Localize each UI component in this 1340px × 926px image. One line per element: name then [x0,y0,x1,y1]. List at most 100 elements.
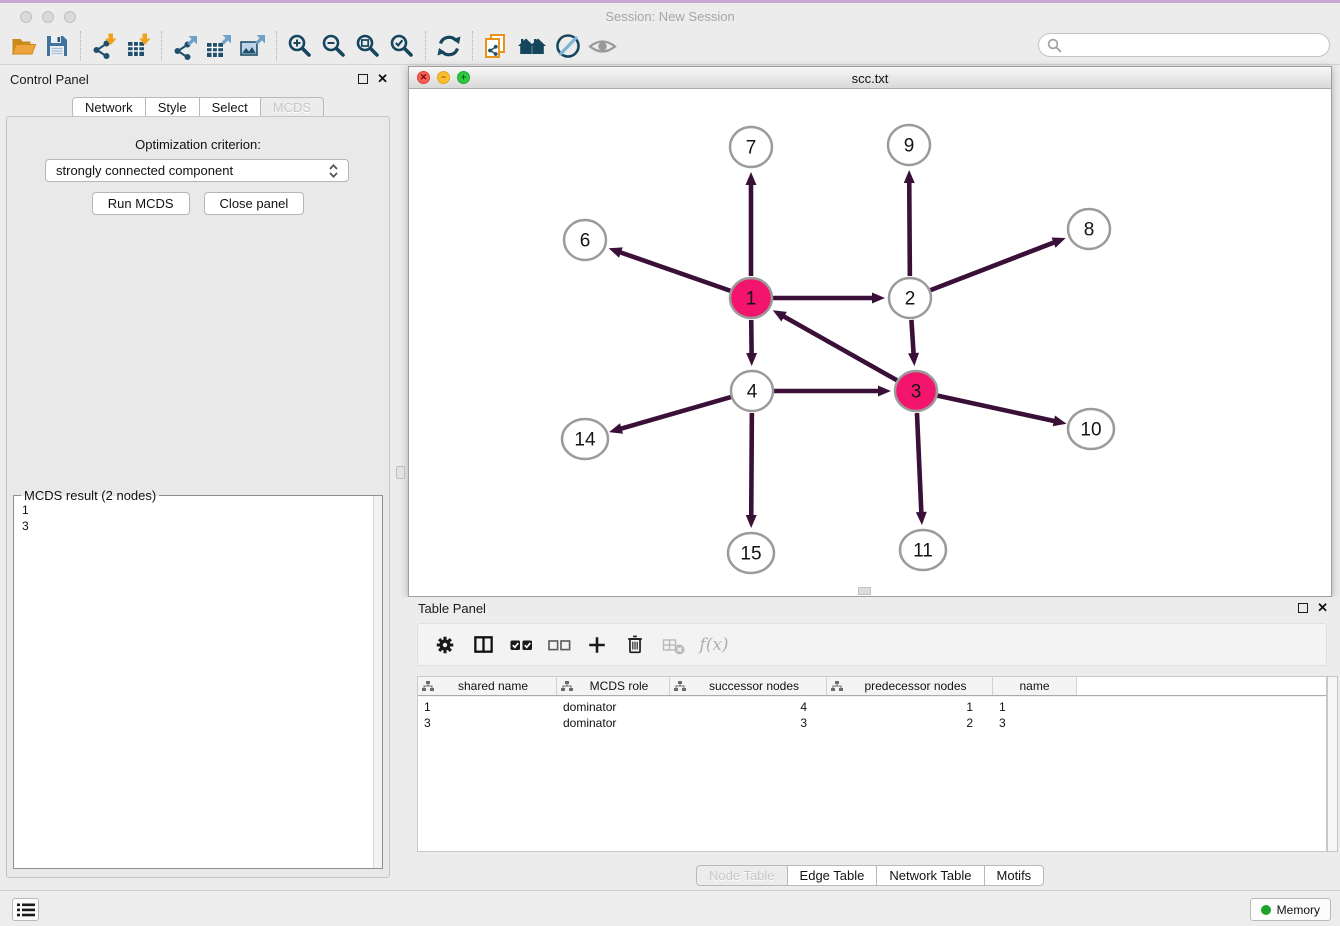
toolbar-separator [80,31,81,61]
graph-node-label: 7 [746,138,757,159]
zoom-selected-icon[interactable] [385,30,419,62]
search-input[interactable] [1067,35,1329,55]
export-image-icon[interactable] [236,30,270,62]
search-magnifier-icon [1047,38,1062,53]
status-bar: Memory [0,890,1340,926]
clone-network-document-icon[interactable] [479,30,513,62]
delete-column-trash-icon[interactable] [616,629,654,661]
style-toggle-icon[interactable] [551,30,585,62]
tab-mcds[interactable]: MCDS [260,97,324,118]
tab-network-table[interactable]: Network Table [876,865,984,886]
select-all-checkboxes-icon[interactable] [502,629,540,661]
tab-motifs[interactable]: Motifs [984,865,1045,886]
table-panel-title: Table Panel [418,601,486,616]
list-icon [17,903,35,917]
column-header-name[interactable]: name [993,677,1077,695]
apply-layout-refresh-icon[interactable] [432,30,466,62]
table-cell[interactable]: 3 [670,716,827,730]
table-scrollbar[interactable] [1327,676,1338,852]
zoom-in-icon[interactable] [283,30,317,62]
mcds-tab-content: Optimization criterion: strongly connect… [6,116,390,878]
tab-select[interactable]: Select [199,97,261,118]
application-window: Session: New Session [0,0,1340,926]
export-table-icon[interactable] [202,30,236,62]
run-mcds-button[interactable]: Run MCDS [92,192,190,215]
table-cell[interactable]: 2 [827,716,993,730]
tab-edge-table[interactable]: Edge Table [787,865,878,886]
network-canvas[interactable]: 7968124314101511 [409,89,1331,596]
delete-table-icon[interactable] [654,629,692,661]
mcds-result-frame: MCDS result (2 nodes) 1 3 [13,495,383,869]
close-table-panel-icon[interactable]: ✕ [1317,602,1328,613]
graph-edge-3-10[interactable] [937,396,1055,422]
toolbar-separator [425,31,426,61]
deselect-checkboxes-icon[interactable] [540,629,578,661]
column-header-shared-name[interactable]: shared name [418,677,557,695]
tab-network[interactable]: Network [72,97,146,118]
graph-node-label: 6 [580,231,591,252]
graph-node-label: 1 [746,289,757,310]
open-folder-icon[interactable] [6,30,40,62]
horizontal-splitter-handle[interactable] [858,587,871,595]
graph-edge-3-11[interactable] [917,413,921,514]
selected-criterion: strongly connected component [56,163,329,178]
table-cell[interactable]: dominator [557,700,670,714]
home-networks-icon[interactable] [513,30,551,62]
table-cell[interactable]: 4 [670,700,827,714]
graph-edge-1-6[interactable] [619,252,730,291]
hide-eye-icon[interactable] [585,30,619,62]
graph-edge-2-8[interactable] [931,242,1056,290]
optimization-criterion-select[interactable]: strongly connected component [45,159,349,182]
toolbar-separator [276,31,277,61]
toolbar-separator [472,31,473,61]
settings-gear-icon[interactable] [426,629,464,661]
column-header-mcds-role[interactable]: MCDS role [557,677,670,695]
tab-node-table[interactable]: Node Table [696,865,788,886]
hierarchy-icon [831,681,843,692]
graph-edge-arrowhead [1053,416,1067,427]
table-cell[interactable]: 3 [418,716,557,730]
table-cell[interactable]: 1 [993,700,1077,714]
graph-edge-arrowhead [904,170,915,183]
graph-edge-4-15[interactable] [751,413,752,517]
close-panel-button[interactable]: Close panel [204,192,305,215]
add-column-icon[interactable] [578,629,616,661]
table-cell[interactable]: 1 [418,700,557,714]
save-floppy-icon[interactable] [40,30,74,62]
graph-edge-arrowhead [746,353,757,366]
result-scrollbar[interactable] [373,496,382,868]
task-list-button[interactable] [12,898,39,921]
network-window-titlebar[interactable]: ✕ − + scc.txt [409,67,1331,89]
graph-edge-2-3[interactable] [911,320,913,355]
zoom-fit-icon[interactable] [351,30,385,62]
graph-edge-2-9[interactable] [909,181,910,276]
import-network-icon[interactable] [87,30,121,62]
column-header-successor-nodes[interactable]: successor nodes [670,677,827,695]
function-builder-icon[interactable]: f(x) [692,629,736,661]
table-cell[interactable]: 3 [993,716,1077,730]
column-header-predecessor-nodes[interactable]: predecessor nodes [827,677,993,695]
memory-label: Memory [1277,903,1320,917]
optimization-criterion-label: Optimization criterion: [7,137,389,152]
export-network-icon[interactable] [168,30,202,62]
memory-button[interactable]: Memory [1250,898,1331,921]
graph-edge-4-14[interactable] [620,397,731,429]
graph-node-label: 4 [747,382,758,403]
zoom-out-icon[interactable] [317,30,351,62]
graph-edge-arrowhead [746,172,757,185]
float-panel-icon[interactable] [358,74,368,84]
table-row[interactable]: 3dominator323 [418,715,1326,731]
tab-style[interactable]: Style [145,97,200,118]
graph-edge-3-1[interactable] [782,316,896,381]
table-row[interactable]: 1dominator411 [418,699,1326,715]
table-cell[interactable]: 1 [827,700,993,714]
table-cell[interactable]: dominator [557,716,670,730]
mcds-result-area[interactable]: 1 3 [14,496,382,868]
close-panel-icon[interactable]: ✕ [377,73,388,84]
float-table-panel-icon[interactable] [1298,603,1308,613]
vertical-splitter-handle[interactable] [396,466,405,479]
import-table-icon[interactable] [121,30,155,62]
column-layout-icon[interactable] [464,629,502,661]
search-field[interactable] [1038,33,1330,57]
network-view-window: ✕ − + scc.txt 7968124314101511 [408,66,1332,597]
